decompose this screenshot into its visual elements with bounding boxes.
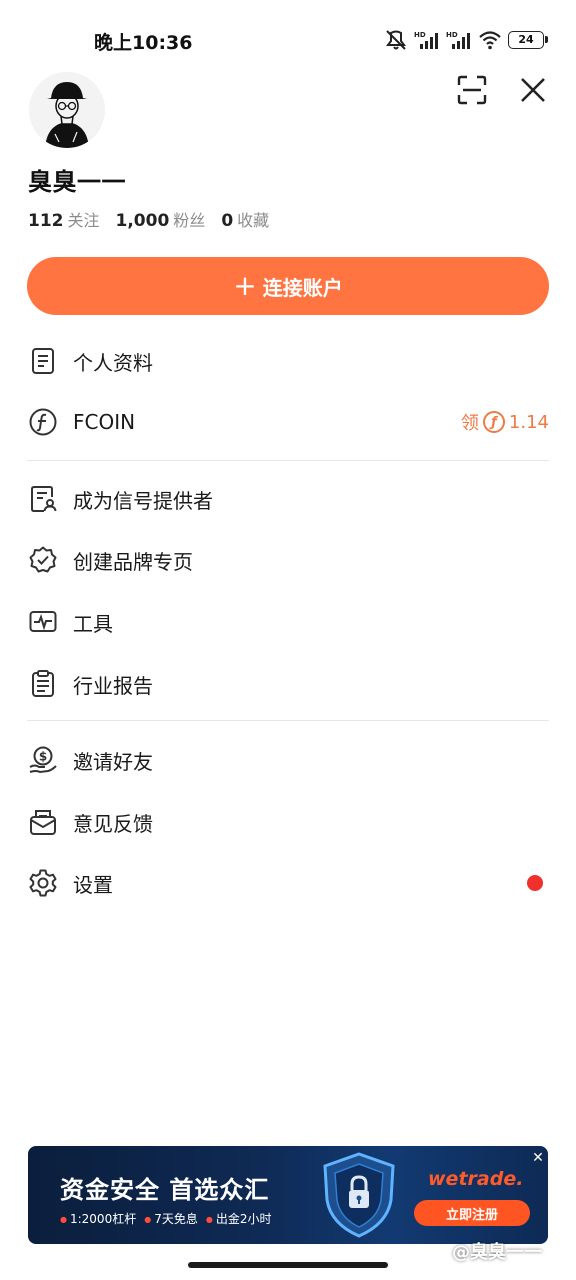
feedback-mail-icon <box>27 806 59 838</box>
menu-item-settings[interactable]: 设置 <box>27 858 549 908</box>
fcoin-coin-icon: ƒ <box>482 411 505 433</box>
menu-item-label: 个人资料 <box>73 350 153 375</box>
ad-bullets: 1:2000杠杆 7天免息 出金2小时 <box>60 1210 271 1227</box>
plus-icon: + <box>233 269 257 302</box>
menu-item-fcoin[interactable]: FCOIN 领 ƒ 1.14 <box>27 397 549 447</box>
stat-label: 收藏 <box>237 211 270 230</box>
menu-item-label: 创建品牌专页 <box>73 549 193 574</box>
claim-label: 领 <box>460 413 479 434</box>
fcoin-claim[interactable]: 领 ƒ 1.14 <box>461 409 549 435</box>
status-time: 晚上10:36 <box>94 32 193 54</box>
menu-item-feedback[interactable]: 意见反馈 <box>27 797 549 847</box>
stat-following[interactable]: 112 关注 <box>28 207 100 231</box>
fcoin-icon <box>27 406 59 438</box>
ad-title: 资金安全 首选众汇 <box>60 1176 270 1204</box>
ad-banner[interactable]: 资金安全 首选众汇 1:2000杠杆 7天免息 出金2小时 wetrade. 立… <box>28 1146 548 1244</box>
gear-icon <box>27 867 59 899</box>
stat-value: 112 <box>28 211 64 231</box>
invite-money-icon: $ <box>27 744 59 776</box>
menu-item-invite-friends[interactable]: $ 邀请好友 <box>27 735 549 785</box>
menu-item-brand-page[interactable]: 创建品牌专页 <box>27 535 549 585</box>
connect-account-button[interactable]: + 连接账户 <box>27 257 549 315</box>
ad-bullet: 7天免息 <box>144 1210 198 1227</box>
stat-label: 关注 <box>67 211 100 230</box>
ad-bullet: 出金2小时 <box>206 1210 272 1227</box>
shield-lock-icon <box>323 1152 395 1238</box>
pulse-monitor-icon <box>27 606 59 638</box>
stat-value: 0 <box>221 211 234 231</box>
ad-close-icon[interactable]: ✕ <box>530 1150 546 1166</box>
menu-item-label: FCOIN <box>73 410 136 434</box>
menu-item-label: 工具 <box>73 611 113 636</box>
wifi-icon <box>479 31 501 50</box>
scan-button[interactable] <box>452 70 492 110</box>
notification-dot <box>527 875 543 891</box>
stat-followers[interactable]: 1,000 粉丝 <box>116 207 206 231</box>
stat-label: 粉丝 <box>173 211 206 230</box>
username: 臭臭一一 <box>28 168 126 196</box>
status-icons: HD HD 24 <box>384 28 548 52</box>
status-bar: 晚上10:36 HD HD 24 <box>0 0 576 80</box>
signal-2-icon: HD <box>446 31 470 49</box>
close-button[interactable] <box>513 70 553 110</box>
avatar-illustration <box>29 72 105 148</box>
signal-1-icon: HD <box>414 31 438 49</box>
menu-item-signal-provider[interactable]: 成为信号提供者 <box>27 474 549 524</box>
signal-provider-icon <box>27 483 59 515</box>
battery-indicator: 24 <box>508 31 548 49</box>
svg-text:HD: HD <box>414 31 426 39</box>
stat-favorites[interactable]: 0 收藏 <box>221 207 269 231</box>
profile-stats: 112 关注 1,000 粉丝 0 收藏 <box>28 207 285 231</box>
svg-text:$: $ <box>39 750 47 764</box>
menu-item-label: 行业报告 <box>73 673 153 698</box>
home-indicator[interactable] <box>188 1262 388 1268</box>
avatar[interactable] <box>29 72 105 148</box>
menu-item-label: 邀请好友 <box>73 749 153 774</box>
clipboard-report-icon <box>27 668 59 700</box>
menu-item-tools[interactable]: 工具 <box>27 597 549 647</box>
menu-item-label: 意见反馈 <box>73 811 153 836</box>
ad-register-button[interactable]: 立即注册 <box>414 1200 530 1226</box>
menu-item-label: 设置 <box>73 872 113 897</box>
menu-item-industry-report[interactable]: 行业报告 <box>27 659 549 709</box>
mute-icon <box>386 30 406 50</box>
claim-value: 1.14 <box>508 411 549 433</box>
verified-badge-icon <box>27 544 59 576</box>
document-icon <box>27 345 59 377</box>
menu-item-label: 成为信号提供者 <box>73 488 213 513</box>
ad-bullet: 1:2000杠杆 <box>60 1210 136 1227</box>
connect-account-label: 连接账户 <box>262 275 343 300</box>
ad-brand-logo: wetrade. <box>428 1168 524 1190</box>
menu-item-profile[interactable]: 个人资料 <box>27 336 549 386</box>
svg-text:HD: HD <box>446 31 458 39</box>
scan-icon <box>457 75 487 105</box>
close-icon <box>521 78 545 102</box>
watermark: @臭臭一一 <box>452 1242 542 1263</box>
divider <box>27 460 549 461</box>
stat-value: 1,000 <box>115 211 170 231</box>
divider <box>27 720 549 721</box>
